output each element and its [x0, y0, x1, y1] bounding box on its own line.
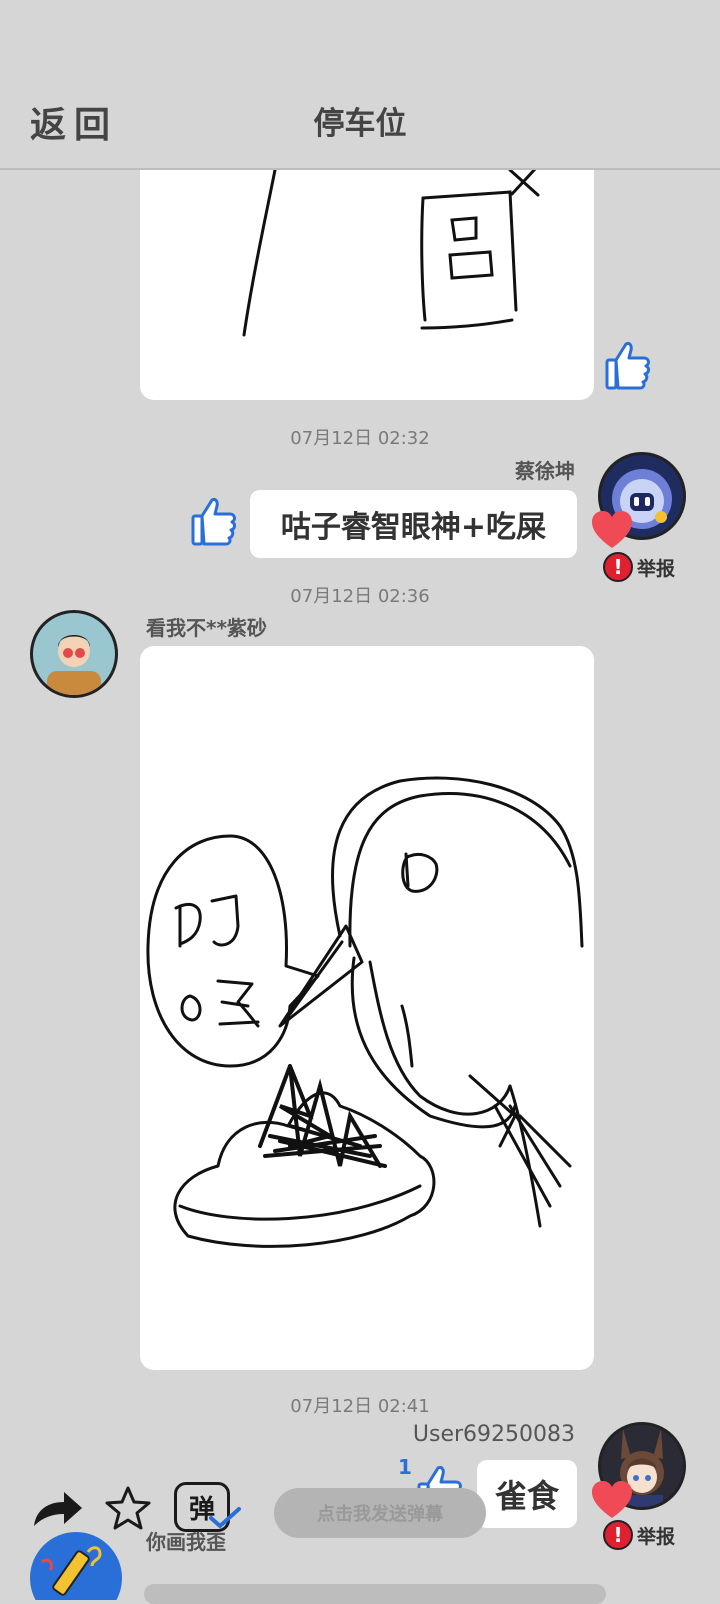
message-timestamp: 07月12日 02:36	[290, 586, 430, 607]
report-button[interactable]: ! 举报	[603, 552, 675, 582]
report-alert-icon: !	[603, 552, 633, 582]
message-timestamp: 07月12日 02:41	[290, 1396, 430, 1417]
heart-icon[interactable]	[590, 510, 634, 550]
hint-text: 你画我歪	[146, 1530, 226, 1554]
header-bar: 返回 停车位	[0, 0, 720, 170]
sender-username: 看我不**紫砂	[146, 616, 267, 640]
sketch-strokes	[242, 166, 540, 337]
page-title: 停车位	[313, 106, 407, 142]
avatar[interactable]	[30, 610, 118, 698]
sender-username: 蔡徐坤	[515, 459, 575, 483]
pencil-icon[interactable]	[28, 1522, 124, 1600]
thumbs-up-icon[interactable]	[188, 494, 240, 546]
send-danmaku-button[interactable]: 点击我发送弹幕	[274, 1488, 486, 1538]
message-timestamp: 07月12日 02:32	[290, 428, 430, 449]
message-bubble[interactable]: 咕子睿智眼神+吃屎	[250, 490, 577, 558]
bottom-toolbar: 弹 点击我发送弹幕 你画我歪	[0, 1470, 720, 1604]
thumbs-up-icon[interactable]	[602, 338, 654, 390]
drawing-image-2[interactable]	[140, 646, 594, 1370]
sketch-strokes	[146, 776, 584, 1248]
person-avatar-icon	[47, 635, 101, 695]
message-input[interactable]	[144, 1584, 606, 1604]
sender-username: User69250083	[412, 1422, 575, 1447]
drawing-image-1	[140, 150, 594, 400]
report-label: 举报	[637, 557, 676, 580]
